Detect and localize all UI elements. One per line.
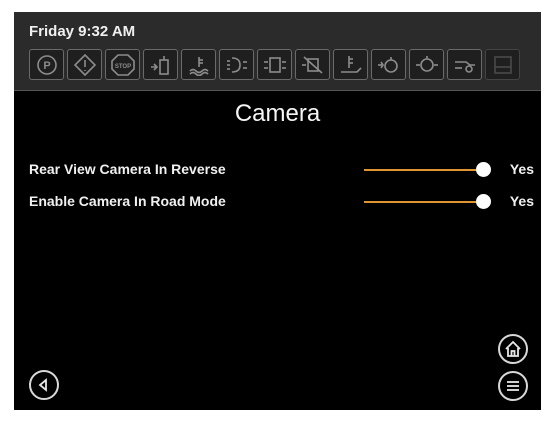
indicator-row: P STOP	[29, 49, 520, 80]
setting-label: Rear View Camera In Reverse	[29, 161, 226, 177]
setting-row-rear-view-camera: Rear View Camera In Reverse Yes	[29, 158, 534, 182]
menu-icon	[507, 381, 519, 391]
regen-icon	[257, 49, 292, 80]
back-button[interactable]	[29, 370, 59, 400]
setting-row-road-mode-camera: Enable Camera In Road Mode Yes	[29, 190, 534, 214]
home-icon	[505, 340, 521, 357]
slider-track	[364, 169, 483, 171]
warning-diamond-icon	[67, 49, 102, 80]
parking-brake-icon: P	[29, 49, 64, 80]
back-arrow-icon	[38, 378, 47, 392]
rear-view-camera-toggle[interactable]	[351, 158, 491, 182]
fuel-level-icon	[485, 49, 520, 80]
slider-thumb[interactable]	[476, 162, 491, 177]
setting-value: Yes	[509, 161, 534, 177]
slider-thumb[interactable]	[476, 194, 491, 209]
svg-text:P: P	[43, 60, 50, 72]
clock: Friday 9:32 AM	[29, 23, 136, 40]
svg-text:STOP: STOP	[114, 64, 130, 70]
coolant-temp-icon	[181, 49, 216, 80]
preheat-icon	[219, 49, 254, 80]
menu-button[interactable]	[498, 371, 528, 401]
header-divider	[14, 90, 541, 91]
status-bar: Friday 9:32 AM P STOP	[14, 12, 541, 90]
setting-label: Enable Camera In Road Mode	[29, 193, 226, 209]
page-title: Camera	[234, 100, 321, 127]
regen-inhibit-icon	[295, 49, 330, 80]
hydraulic-oil-icon	[447, 49, 482, 80]
exhaust-temp-icon	[333, 49, 368, 80]
slider-track	[364, 201, 483, 203]
setting-value: Yes	[509, 193, 534, 209]
home-button[interactable]	[498, 334, 528, 364]
fuel-filter-icon	[143, 49, 178, 80]
engine-oil-icon	[409, 49, 444, 80]
stop-icon: STOP	[105, 49, 140, 80]
air-filter-icon	[371, 49, 406, 80]
road-mode-camera-toggle[interactable]	[351, 190, 491, 214]
display-screen: Friday 9:32 AM P STOP Camera Rear View C…	[14, 12, 541, 410]
